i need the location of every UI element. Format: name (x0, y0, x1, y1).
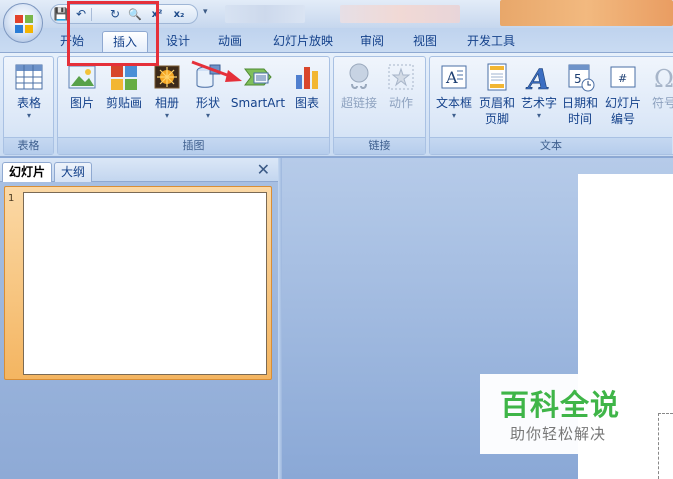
group-table: 表格 ▾ 表格 (3, 56, 54, 155)
svg-text:5: 5 (574, 72, 582, 86)
chevron-down-icon: ▾ (26, 111, 31, 120)
header-footer-icon (481, 61, 513, 93)
action-button[interactable]: 动作 (382, 61, 420, 135)
office-button[interactable] (3, 3, 43, 43)
group-label-table: 表格 (4, 137, 53, 154)
tab-developer[interactable]: 开发工具 (458, 31, 524, 52)
table-icon (13, 61, 45, 93)
office-logo-icon (15, 15, 33, 33)
svg-text:A: A (445, 68, 458, 87)
photo-album-label: 相册 (154, 96, 179, 110)
wordart-button[interactable]: A 艺术字 ▾ (519, 61, 559, 135)
table-button-label: 表格 (16, 96, 41, 110)
shapes-label: 形状 (195, 96, 220, 110)
slide-number-label-2: 编号 (610, 112, 635, 126)
chart-label: 图表 (294, 96, 319, 110)
ribbon: 表格 ▾ 表格 图片 剪贴画 相册 ▾ 形状 ▾ SmartArt 图表 插图 … (0, 52, 673, 157)
svg-text:#: # (618, 72, 627, 85)
slide-number-icon: # (607, 61, 639, 93)
wordart-label: 艺术字 (520, 96, 557, 110)
blurred-title (500, 0, 673, 26)
pane-tabs: 幻灯片 大纲 ✕ (0, 158, 278, 182)
tab-slides[interactable]: 幻灯片 (2, 162, 53, 182)
header-footer-label-2: 页脚 (484, 112, 509, 126)
group-label-illustrations: 插图 (58, 137, 329, 154)
clipart-label: 剪贴画 (105, 96, 142, 110)
chevron-down-icon: ▾ (164, 111, 169, 120)
omega-icon: Ω (648, 61, 673, 93)
group-text: A 文本框 ▾ 页眉和 页脚 A 艺术字 ▾ 5 日期和 时间 # 幻灯片 编号… (429, 56, 673, 155)
subscript-icon[interactable]: x₂ (171, 7, 187, 22)
chevron-down-icon: ▾ (451, 111, 456, 120)
group-label-text: 文本 (430, 137, 672, 154)
chevron-down-icon: ▾ (536, 111, 541, 120)
close-icon[interactable]: ✕ (257, 162, 270, 178)
hyperlink-label: 超链接 (340, 96, 377, 110)
qat-customize-icon[interactable]: ▾ (203, 7, 208, 17)
slide-number-label: 幻灯片 (604, 96, 641, 110)
chart-icon (291, 61, 323, 93)
hyperlink-button[interactable]: 超链接 (338, 61, 380, 135)
chevron-down-icon: ▾ (205, 111, 210, 120)
hyperlink-icon (343, 61, 375, 93)
chart-button[interactable]: 图表 (288, 61, 326, 135)
calendar-icon: 5 (564, 61, 596, 93)
blurred-title (340, 5, 460, 23)
group-links: 超链接 动作 链接 (333, 56, 426, 155)
wordart-icon: A (523, 61, 555, 97)
picture-button[interactable]: 图片 (62, 61, 102, 135)
table-button[interactable]: 表格 ▾ (6, 61, 52, 135)
header-footer-label: 页眉和 (478, 96, 515, 110)
date-time-label-2: 时间 (567, 112, 592, 126)
symbol-label: 符号 (651, 96, 673, 110)
annotation-arrow-icon (191, 60, 242, 82)
blurred-title (225, 5, 305, 23)
action-icon (385, 61, 417, 93)
tab-view[interactable]: 视图 (405, 31, 445, 52)
annotation-highlight-box (67, 1, 159, 66)
textbox-icon: A (438, 61, 470, 93)
svg-text:A: A (525, 63, 550, 93)
tab-review[interactable]: 审阅 (352, 31, 392, 52)
slides-pane: 幻灯片 大纲 ✕ 1 (0, 158, 278, 479)
slide-number: 1 (8, 193, 15, 204)
watermark: 百科全说 助你轻松解决 (480, 374, 658, 454)
textbox-button[interactable]: A 文本框 ▾ (433, 61, 475, 135)
slide-thumbnail[interactable] (23, 192, 267, 375)
group-label-links: 链接 (334, 137, 425, 154)
tab-outline[interactable]: 大纲 (54, 162, 93, 182)
clipart-button[interactable]: 剪贴画 (102, 61, 146, 135)
tab-slideshow[interactable]: 幻灯片放映 (265, 31, 341, 52)
svg-text:Ω: Ω (654, 65, 673, 93)
textbox-label: 文本框 (435, 96, 472, 110)
slide-thumbnail-selected[interactable]: 1 (4, 186, 272, 380)
date-time-label: 日期和 (561, 96, 598, 110)
watermark-title: 百科全说 (500, 388, 621, 422)
placeholder-border[interactable] (658, 413, 673, 479)
header-footer-button[interactable]: 页眉和 页脚 (476, 61, 518, 135)
smartart-label: SmartArt (230, 96, 286, 110)
picture-label: 图片 (69, 96, 94, 110)
watermark-subtitle: 助你轻松解决 (510, 425, 607, 443)
slide-number-button[interactable]: # 幻灯片 编号 (601, 61, 645, 135)
action-label: 动作 (388, 96, 413, 110)
date-time-button[interactable]: 5 日期和 时间 (559, 61, 601, 135)
symbol-button[interactable]: Ω 符号 (646, 61, 673, 135)
